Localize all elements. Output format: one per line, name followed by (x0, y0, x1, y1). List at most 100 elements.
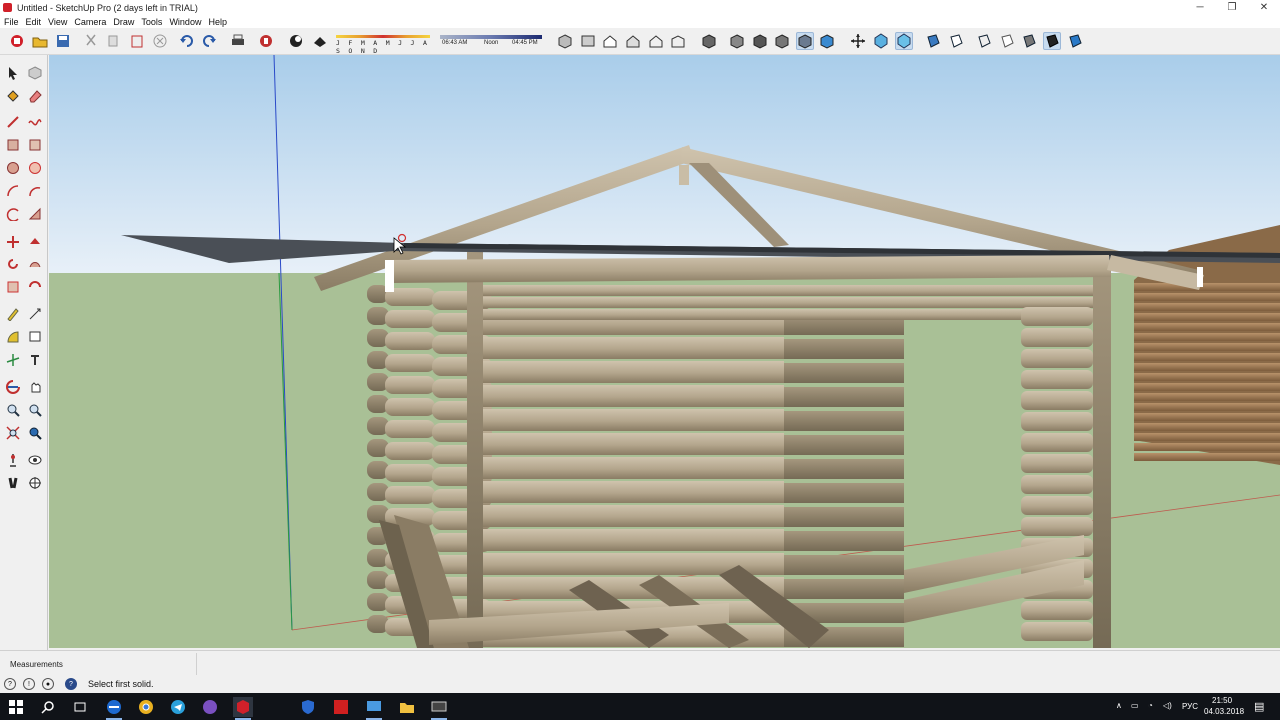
menu-window[interactable]: Window (169, 17, 201, 27)
back-edges-icon[interactable] (728, 32, 746, 50)
iso-view-icon[interactable] (556, 32, 574, 50)
model-info-icon[interactable] (257, 32, 275, 50)
offset-icon[interactable] (26, 278, 44, 296)
walk-icon[interactable] (4, 474, 22, 492)
redo-icon[interactable] (200, 32, 218, 50)
print-icon[interactable] (229, 32, 247, 50)
solid-intersect-icon[interactable] (947, 32, 965, 50)
dimension-icon[interactable] (26, 305, 44, 323)
desktop-app-icon[interactable] (364, 697, 384, 720)
rotate-icon[interactable] (4, 255, 22, 273)
look-around-icon[interactable] (26, 451, 44, 469)
position-camera-icon[interactable] (4, 451, 22, 469)
shadow-time-slider[interactable]: 06:43 AM Noon 04:45 PM (440, 35, 542, 49)
model-viewport[interactable] (49, 55, 1280, 648)
measurements-box[interactable]: Measurements (2, 653, 197, 675)
menu-view[interactable]: View (48, 17, 67, 27)
teamviewer-icon[interactable] (104, 697, 124, 720)
save-icon[interactable] (54, 32, 72, 50)
orbit-icon[interactable] (849, 32, 867, 50)
menu-camera[interactable]: Camera (74, 17, 106, 27)
task-view-icon[interactable] (70, 697, 90, 717)
protractor-icon[interactable] (4, 328, 22, 346)
move-icon[interactable] (4, 233, 22, 251)
menu-file[interactable]: File (4, 17, 19, 27)
menu-draw[interactable]: Draw (113, 17, 134, 27)
two-point-arc-icon[interactable] (26, 182, 44, 200)
open-model-icon[interactable] (31, 32, 49, 50)
screen-recorder-icon[interactable] (429, 697, 449, 720)
zoom-icon[interactable] (4, 401, 22, 419)
clock-date[interactable]: 04.03.2018 (1204, 707, 1244, 716)
erase-icon[interactable] (151, 32, 169, 50)
acrobat-icon[interactable] (331, 697, 351, 717)
clock-time[interactable]: 21:50 (1212, 696, 1232, 705)
tape-measure-icon[interactable] (4, 305, 22, 323)
three-point-arc-icon[interactable] (4, 205, 22, 223)
chrome-icon[interactable] (136, 697, 156, 717)
previous-view-icon[interactable] (26, 424, 44, 442)
user-icon[interactable]: ● (42, 678, 54, 690)
sketchup-taskbar-icon[interactable] (233, 697, 253, 720)
top-view-icon[interactable] (579, 32, 597, 50)
back-view-icon[interactable] (647, 32, 665, 50)
restore-button[interactable]: ❐ (1216, 0, 1248, 15)
search-icon[interactable] (38, 697, 58, 717)
pie-icon[interactable] (26, 205, 44, 223)
eraser-icon[interactable] (26, 87, 44, 105)
left-view-icon[interactable] (669, 32, 687, 50)
volume-icon[interactable]: ◁) (1163, 701, 1172, 710)
text-icon[interactable] (26, 328, 44, 346)
notifications-icon[interactable]: ▤ (1254, 700, 1264, 713)
wireframe-icon[interactable] (751, 32, 769, 50)
menu-tools[interactable]: Tools (141, 17, 162, 27)
solid-tools-icon[interactable] (1066, 32, 1084, 50)
orbit-tool-icon[interactable] (4, 378, 22, 396)
rotated-rectangle-icon[interactable] (26, 136, 44, 154)
pan-icon[interactable] (872, 32, 890, 50)
solid-union-icon[interactable] (975, 32, 993, 50)
menu-help[interactable]: Help (208, 17, 227, 27)
zoom-extents-tool-icon[interactable] (4, 424, 22, 442)
zoom-window-icon[interactable] (26, 401, 44, 419)
network-icon[interactable]: ◔ (1148, 701, 1153, 710)
menu-edit[interactable]: Edit (26, 17, 42, 27)
solid-trim-icon[interactable] (1020, 32, 1038, 50)
cut-icon[interactable] (82, 32, 100, 50)
3d-text-icon[interactable] (26, 351, 44, 369)
close-button[interactable]: ✕ (1248, 0, 1280, 15)
right-view-icon[interactable] (624, 32, 642, 50)
file-explorer-icon[interactable] (397, 697, 417, 717)
hidden-line-icon[interactable] (773, 32, 791, 50)
help-icon[interactable]: ? (65, 678, 77, 690)
minimize-button[interactable]: ─ (1184, 0, 1216, 15)
circle-icon[interactable] (4, 159, 22, 177)
tray-chevron-up-icon[interactable]: ∧ (1116, 701, 1122, 710)
make-component-icon[interactable] (26, 64, 44, 82)
freehand-icon[interactable] (26, 113, 44, 131)
shield-icon[interactable] (298, 697, 318, 717)
shadows-toggle-icon[interactable] (287, 32, 305, 50)
front-view-icon[interactable] (601, 32, 619, 50)
rectangle-icon[interactable] (4, 136, 22, 154)
credits-icon[interactable]: ! (23, 678, 35, 690)
section-plane-icon[interactable] (26, 474, 44, 492)
paint-bucket-icon[interactable] (4, 87, 22, 105)
zoom-extents-icon[interactable] (895, 32, 913, 50)
pan-hand-icon[interactable] (26, 378, 44, 396)
model-canvas[interactable] (49, 55, 1280, 648)
follow-me-icon[interactable] (26, 255, 44, 273)
windows-start-icon[interactable] (6, 697, 26, 717)
geo-location-icon[interactable]: ? (4, 678, 16, 690)
solid-outer-shell-icon[interactable] (924, 32, 942, 50)
shaded-textures-icon[interactable] (818, 32, 836, 50)
telegram-icon[interactable] (168, 697, 188, 717)
xray-icon[interactable] (700, 32, 718, 50)
language-indicator[interactable]: РУС (1182, 702, 1198, 711)
scale-icon[interactable] (4, 278, 22, 296)
paste-icon[interactable] (128, 32, 146, 50)
fog-icon[interactable] (311, 32, 329, 50)
push-pull-icon[interactable] (26, 233, 44, 251)
solid-split-icon[interactable] (1043, 32, 1061, 50)
undo-icon[interactable] (178, 32, 196, 50)
